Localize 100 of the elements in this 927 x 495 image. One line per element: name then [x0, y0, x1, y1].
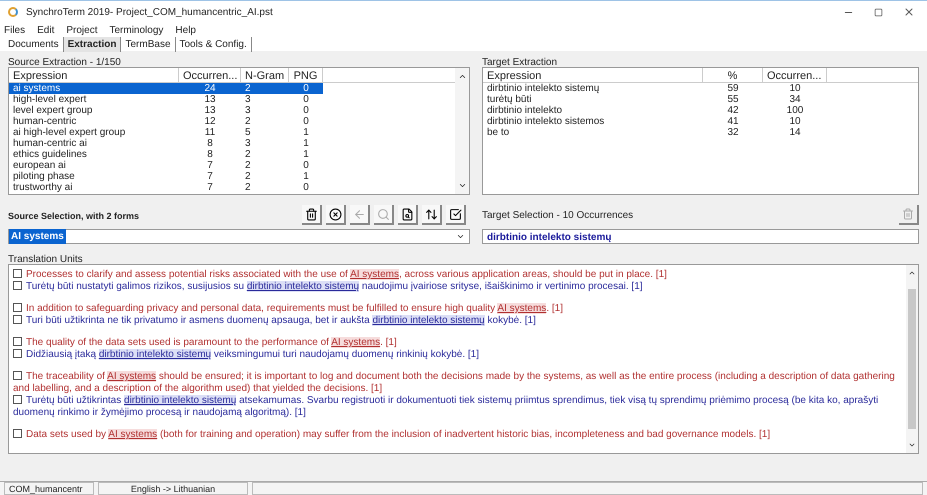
menu-item[interactable]: Files	[4, 22, 26, 38]
table-row[interactable]: human-centric ai 8 3 1	[9, 138, 323, 149]
table-cell-text: human-centric	[12, 116, 78, 127]
table-cell-text: 0	[302, 160, 310, 171]
field-label: Source Selection, with 2 forms	[8, 210, 140, 222]
toolbar-button[interactable]	[398, 205, 418, 225]
column-header[interactable]: N-Gram	[241, 68, 289, 82]
table-cell-text: dirbtinio intelekto	[486, 105, 564, 116]
checkbox[interactable]	[13, 395, 22, 404]
scroll-up-icon[interactable]	[908, 269, 916, 277]
table-cell-text: high-level expert	[12, 94, 88, 105]
table-cell-text: 0	[302, 116, 310, 127]
scroll-down-icon[interactable]	[908, 441, 916, 449]
table-cell-text: 0	[302, 83, 310, 94]
table-row[interactable]: trustworthy ai 7 2 0	[9, 182, 323, 193]
target-selection-field[interactable]: dirbtinio intelekto sistemų	[482, 229, 919, 244]
menu-item[interactable]: Project	[66, 22, 98, 38]
table-cell-text: european ai	[12, 160, 67, 171]
table-cell-text: 7	[206, 160, 214, 171]
table-cell-text: 2	[244, 171, 252, 182]
table-cell-text: 0	[302, 94, 310, 105]
table-cell-text: 8	[206, 138, 214, 149]
table-cell-text: human-centric ai	[12, 138, 88, 149]
column-header[interactable]: Occurren...	[179, 68, 241, 82]
panel-title: Translation Units	[7, 253, 84, 264]
table-row[interactable]: ai high-level expert group 11 5 1	[9, 127, 323, 138]
toolbar-button[interactable]	[446, 205, 466, 225]
table-cell-text: 0	[302, 105, 310, 116]
table-cell-text: 42	[726, 105, 740, 116]
column-header[interactable]: PNG	[289, 68, 323, 82]
table-cell-text: 41	[726, 116, 740, 127]
delete-button[interactable]	[899, 205, 919, 225]
toolbar-button[interactable]	[422, 205, 442, 225]
source-segment[interactable]: The quality of the data sets used is paramount to the performance of AI systems. [1]	[13, 337, 902, 349]
table-cell-text: 3	[244, 105, 252, 116]
scroll-up-icon[interactable]	[458, 72, 466, 81]
table-cell-text: 1	[302, 138, 310, 149]
table-cell-text: 2	[244, 83, 252, 94]
menu-item[interactable]: Help	[175, 22, 196, 38]
table-cell-text: 2	[244, 149, 252, 160]
table-cell-text: 59	[726, 83, 740, 94]
source-selection-field[interactable]: AI systems	[8, 229, 470, 244]
search-icon	[376, 208, 390, 220]
column-header[interactable]: Expression	[483, 68, 703, 82]
table-cell-text: 13	[203, 105, 217, 116]
toolbar-button[interactable]	[326, 205, 346, 225]
source-segment[interactable]: The traceability of AI systems should be ensured; it is important to log and document both the decisions made by the systems, as well as the entire process (including a description of data gathering and labelling, and a description of the algorithm used) that yielded the decisions. [1]	[13, 371, 902, 395]
target-segment[interactable]: Turėtų būti užtikrintas dirbtinio intelekto sistemų atsekamumas. Svarbu registruoti ir dokumentuoti tiek sistemų priimtus sprendimus, tiek visą tų sprendimų priėmimo procesą (be kita ko, aprašyti duomenų rinkimo ir žymėjimo procesą ir naudojamą algoritmą). [1]	[13, 395, 902, 419]
menu-item[interactable]: Edit	[37, 22, 54, 38]
document-search-icon	[400, 208, 414, 220]
tab[interactable]: Extraction	[64, 36, 122, 52]
scrollbar-thumb[interactable]	[908, 289, 916, 429]
checkbox[interactable]	[13, 371, 22, 380]
table-row[interactable]: ethics guidelines 8 2 1	[9, 149, 323, 160]
source-segment[interactable]: Data sets used by AI systems (both for training and operation) may suffer from the inclusion of inadvertent historic bias, incompleteness and bad governance models. [1]	[13, 429, 902, 441]
table-cell-text: 55	[726, 94, 740, 105]
target-segment[interactable]: Turėtų būti nustatyti galimos rizikos, susijusios su dirbtinio intelekto sistemų naudojimu įvairiose srityse, išaiškinimo ir vertinimo procesai. [1]	[13, 281, 902, 293]
table-cell-text: level expert group	[12, 105, 94, 116]
scroll-down-icon[interactable]	[458, 181, 466, 190]
table-row[interactable]: human-centric 12 2 0	[9, 116, 323, 127]
app-logo-icon	[8, 7, 18, 17]
tab[interactable]: TermBase	[121, 36, 176, 52]
source-segment[interactable]: In addition to safeguarding privacy and personal data, requirements must be fulfilled to ensure high quality AI systems. [1]	[13, 303, 902, 315]
close-icon[interactable]	[903, 6, 915, 18]
checkbox[interactable]	[13, 349, 22, 358]
column-header[interactable]: Occurren...	[763, 68, 827, 82]
cancel-icon	[328, 208, 342, 220]
checkbox[interactable]	[13, 337, 22, 346]
scrollbar[interactable]	[906, 265, 918, 453]
arrow-left-icon	[352, 208, 366, 220]
menu-item[interactable]: Terminology	[109, 22, 164, 38]
table-cell-text: 14	[788, 127, 802, 138]
table-cell-text: 2	[244, 160, 252, 171]
table-cell-text: 3	[244, 138, 252, 149]
table-row[interactable]: level expert group 13 3 0	[9, 105, 323, 116]
checkbox[interactable]	[13, 269, 22, 278]
table-row[interactable]: high-level expert 13 3 0	[9, 94, 323, 105]
table-cell-text: 1	[302, 149, 310, 160]
table-row[interactable]: european ai 7 2 0	[9, 160, 323, 171]
status-bar-field: COM_humancentr	[4, 482, 94, 495]
scrollbar[interactable]	[455, 68, 469, 194]
table-cell-text: 2	[244, 182, 252, 193]
target-segment[interactable]: Turi būti užtikrinta ne tik privatumo ir asmens duomenų apsauga, bet ir aukšta dirbtinio intelekto sistemų kokybė. [1]	[13, 315, 902, 327]
tab[interactable]: Tools & Config.	[176, 36, 252, 52]
toolbar-button[interactable]	[302, 205, 322, 225]
table-cell-text: 7	[206, 182, 214, 193]
table-row[interactable]: piloting phase 7 2 1	[9, 171, 323, 182]
table-cell-text: 3	[244, 94, 252, 105]
checkbox[interactable]	[13, 429, 22, 438]
maximize-icon[interactable]	[874, 8, 883, 16]
source-segment[interactable]: Processes to clarify and assess potential risks associated with the use of AI systems, across various application areas, should be put in place. [1]	[13, 269, 902, 281]
checkbox[interactable]	[13, 303, 22, 312]
checkbox[interactable]	[13, 281, 22, 290]
column-header[interactable]: %	[703, 68, 763, 82]
target-segment[interactable]: Didžiausią įtaką dirbtinio intelekto sistemų veiksmingumui turi naudojamų duomenų rinkinių kokybė. [1]	[13, 349, 902, 361]
table-cell-text: 32	[726, 127, 740, 138]
column-header[interactable]: Expression	[9, 68, 179, 82]
table-row[interactable]: ai systems 24 2 0	[9, 83, 323, 94]
checkbox[interactable]	[13, 315, 22, 324]
table-cell-text: ai high-level expert group	[12, 127, 126, 138]
